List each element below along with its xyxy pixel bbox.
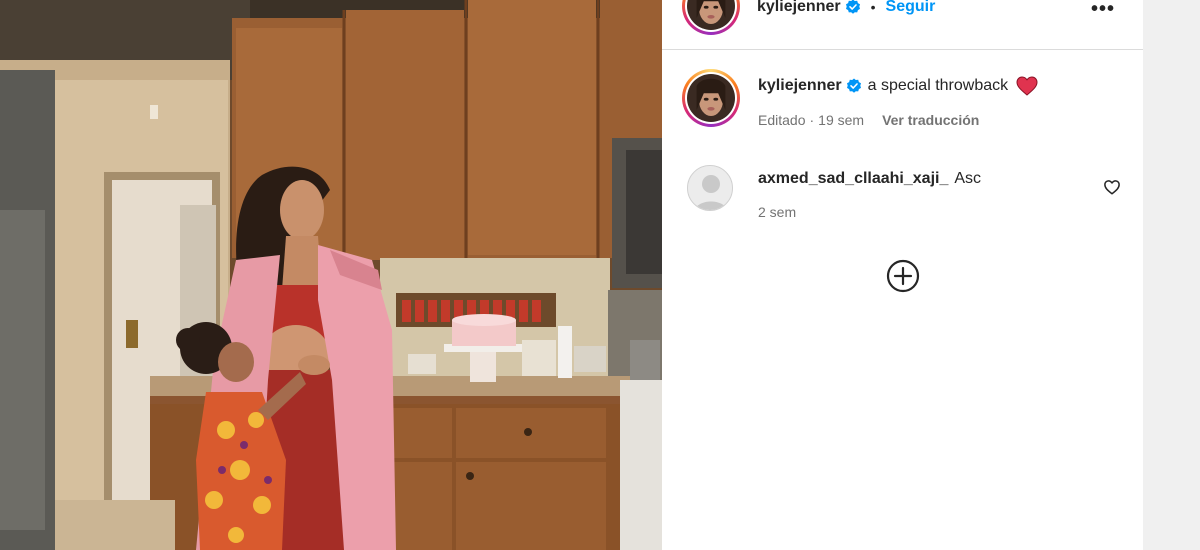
verified-badge-icon (845, 0, 860, 14)
edited-label: Editado (758, 112, 806, 128)
caption-avatar[interactable] (682, 69, 740, 127)
caption-username[interactable]: kyliejenner (758, 77, 842, 95)
post-image (0, 0, 662, 550)
comment-time[interactable]: 2 sem (758, 204, 796, 220)
caption-text: a special throwback (867, 77, 1009, 94)
header-separator: • (870, 0, 876, 15)
default-user-icon (688, 166, 732, 210)
plus-circle-icon[interactable] (886, 259, 920, 293)
see-translation-button[interactable]: Ver traducción (882, 112, 979, 128)
caption-meta: Editado · 19 sem Ver traducción (758, 112, 979, 128)
avatar-photo (687, 0, 735, 30)
post-photo[interactable] (0, 0, 662, 550)
header-username[interactable]: kyliejenner (757, 0, 841, 16)
caption-time[interactable]: 19 sem (818, 112, 864, 128)
verified-badge-icon (846, 78, 861, 93)
page-gutter (1143, 0, 1200, 550)
commenter-avatar[interactable] (687, 165, 733, 211)
avatar-photo (687, 74, 735, 122)
meta-separator: · (809, 112, 815, 128)
heart-outline-icon[interactable] (1103, 178, 1121, 196)
more-options-icon[interactable]: ••• (1091, 0, 1115, 21)
author-avatar[interactable] (682, 0, 740, 35)
post-header: kyliejenner • Seguir ••• (662, 0, 1143, 50)
red-heart-emoji-icon (1016, 76, 1038, 96)
commenter-username[interactable]: axmed_sad_cllaahi_xaji_ (758, 170, 948, 188)
follow-button[interactable]: Seguir (886, 0, 936, 16)
post-side-panel: kyliejenner • Seguir ••• kyliejenner a s… (662, 0, 1143, 550)
comment-text: Asc (954, 170, 982, 187)
